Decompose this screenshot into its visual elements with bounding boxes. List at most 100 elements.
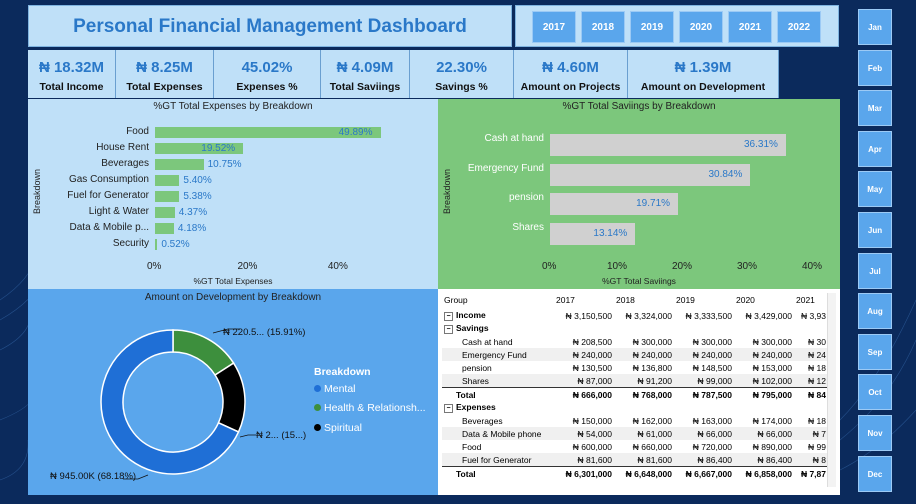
table-row: − Income ₦ 3,150,500 ₦ 3,324,000 ₦ 3,333,500… <box>442 309 828 322</box>
table-cell: ₦ 162,000 <box>632 415 672 426</box>
category-label: Security <box>112 238 149 249</box>
matrix-table: Group 2017 2018 2019 2020 2021− Income ₦ 3,150,… <box>442 291 828 480</box>
bar[interactable] <box>155 239 158 250</box>
year-button-2022[interactable]: 2022 <box>777 11 821 43</box>
month-button-dec[interactable]: Dec <box>858 455 892 492</box>
table-cell: ₦ 890,000 <box>752 441 792 452</box>
month-button-jun[interactable]: Jun <box>858 212 892 248</box>
year-button-2019[interactable]: 2019 <box>630 11 674 43</box>
month-button-feb[interactable]: Feb <box>858 49 892 86</box>
data-label: 19.52% <box>201 142 236 154</box>
month-button-apr[interactable]: Apr <box>858 130 892 167</box>
table-cell: ₦ 6,301,000 <box>554 466 614 480</box>
expenses-chart[interactable]: %GT Total Expenses by Breakdown Breakdow… <box>28 99 438 289</box>
matrix-table-panel: Group 2017 2018 2019 2020 2021− Income ₦ 3,150,… <box>438 289 840 495</box>
table-header-row: Group 2017 2018 2019 2020 2021 <box>442 291 828 309</box>
kpi-label: Total Saviings <box>329 81 401 93</box>
category-label: Data & Mobile p... <box>69 222 149 233</box>
table-cell: ₦ 300,000 <box>632 336 672 347</box>
kpi-card: ₦ 18.32M Total Income <box>28 50 116 98</box>
year-button-2021[interactable]: 2021 <box>728 11 772 43</box>
x-tick-label: 20% <box>672 261 693 272</box>
table-cell: ₦ 81,600 <box>554 453 614 467</box>
column-header[interactable]: 2021 <box>794 291 828 309</box>
table-cell: ₦ 6,648,000 <box>614 466 674 480</box>
bar[interactable] <box>155 207 175 218</box>
table-cell: ₦ 3,333,500 <box>685 310 732 321</box>
table-row: Emergency Fund ₦ 240,000 ₦ 240,000 ₦ 240,00… <box>442 348 828 361</box>
column-header[interactable]: 2018 <box>614 291 674 309</box>
table-cell: ₦ 3,324,000 <box>625 310 672 321</box>
month-button-aug[interactable]: Aug <box>858 293 892 330</box>
table-cell: ₦ 153,000 <box>752 362 792 373</box>
kpi-value: 45.02% <box>241 59 293 76</box>
kpi-row: ₦ 18.32M Total Income ₦ 8.25M Total Expens… <box>28 50 840 98</box>
table-row: Fuel for Generator ₦ 81,600 ₦ 81,600 ₦ 86,4… <box>442 453 828 467</box>
vertical-scrollbar[interactable] <box>827 293 836 487</box>
category-label: Beverages <box>101 158 149 169</box>
kpi-card: ₦ 1.39M Amount on Development <box>628 50 779 98</box>
month-button-sep[interactable]: Sep <box>858 333 892 370</box>
chart-title: %GT Total Expenses by Breakdown <box>153 101 313 112</box>
development-chart[interactable]: Amount on Development by Breakdown ₦ 220… <box>28 289 438 495</box>
kpi-value: 22.30% <box>436 59 487 76</box>
column-header[interactable]: Group <box>442 291 554 309</box>
data-label: 30.84% <box>708 168 743 180</box>
category-label: Gas Consumption <box>68 174 149 185</box>
month-button-oct[interactable]: Oct <box>858 374 892 411</box>
kpi-card: ₦ 8.25M Total Expenses <box>116 50 214 98</box>
month-button-jan[interactable]: Jan <box>858 9 892 45</box>
column-header[interactable]: 2019 <box>674 291 734 309</box>
legend-item-health[interactable]: Health & Relationsh... <box>314 402 426 414</box>
table-cell: ₦ 87,000 <box>554 374 614 388</box>
kpi-label: Savings % <box>435 81 488 93</box>
table-cell: ₦ 61,000 <box>614 427 674 440</box>
table-cell: pension <box>462 362 492 373</box>
table-cell: ₦ 795,000 <box>734 387 794 401</box>
savings-chart[interactable]: %GT Total Saviings by Breakdown Breakdow… <box>438 99 840 289</box>
legend-item-spiritual[interactable]: Spiritual <box>314 422 362 434</box>
expand-collapse-icon[interactable]: − <box>444 404 453 413</box>
table-row: Total ₦ 6,301,000 ₦ 6,648,000 ₦ 6,667,000 ₦ … <box>442 466 828 480</box>
x-axis-title: %GT Total Expenses <box>193 276 273 286</box>
callout-label: ₦ 2... (15...) <box>256 430 307 441</box>
column-header[interactable]: 2017 <box>554 291 614 309</box>
month-button-nov[interactable]: Nov <box>858 415 892 451</box>
table-cell: ₦ 3,429,000 <box>745 310 792 321</box>
year-button-2020[interactable]: 2020 <box>679 11 723 43</box>
kpi-value: ₦ 18.32M <box>38 59 105 76</box>
legend-item-mental[interactable]: Mental <box>314 383 356 395</box>
table-cell: ₦ 136,800 <box>632 362 672 373</box>
table-cell: ₦ 99 <box>808 441 826 452</box>
data-label: 49.89% <box>338 126 373 138</box>
table-cell <box>614 322 674 335</box>
table-cell: ₦ 666,000 <box>554 387 614 401</box>
table-cell: − Income <box>442 309 554 322</box>
x-tick-label: 20% <box>237 261 258 272</box>
table-cell: ₦ 86,400 <box>674 453 734 467</box>
table-cell: ₦ 208,500 <box>572 336 612 347</box>
bar[interactable] <box>155 159 204 170</box>
table-cell: Total <box>442 466 554 480</box>
table-cell: ₦ 24 <box>794 348 828 361</box>
month-slicer: Jan Feb Mar Apr May Jun Jul Aug Sep Oct Nov Dec <box>856 5 894 495</box>
data-label: 10.75% <box>207 158 242 170</box>
year-button-2018[interactable]: 2018 <box>581 11 625 43</box>
column-header[interactable]: 2020 <box>734 291 794 309</box>
bar[interactable] <box>155 175 180 186</box>
bar[interactable] <box>155 223 174 234</box>
month-button-mar[interactable]: Mar <box>858 90 892 127</box>
legend-label: Health & Relationsh... <box>324 402 426 414</box>
table-cell: ₦ 240,000 <box>554 348 614 361</box>
expand-collapse-icon[interactable]: − <box>444 325 453 334</box>
expand-collapse-icon[interactable]: − <box>444 312 453 321</box>
month-button-jul[interactable]: Jul <box>858 252 892 289</box>
table-row: − Expenses <box>442 401 828 414</box>
table-row: − Savings <box>442 322 828 335</box>
month-button-may[interactable]: May <box>858 171 892 208</box>
category-label: Fuel for Generator <box>67 190 149 201</box>
year-button-2017[interactable]: 2017 <box>532 11 576 43</box>
table-row: Shares ₦ 87,000 ₦ 91,200 ₦ 99,000 ₦ 102,000 ₦… <box>442 374 828 388</box>
bar[interactable] <box>155 191 180 202</box>
table-cell: Shares <box>442 374 554 388</box>
